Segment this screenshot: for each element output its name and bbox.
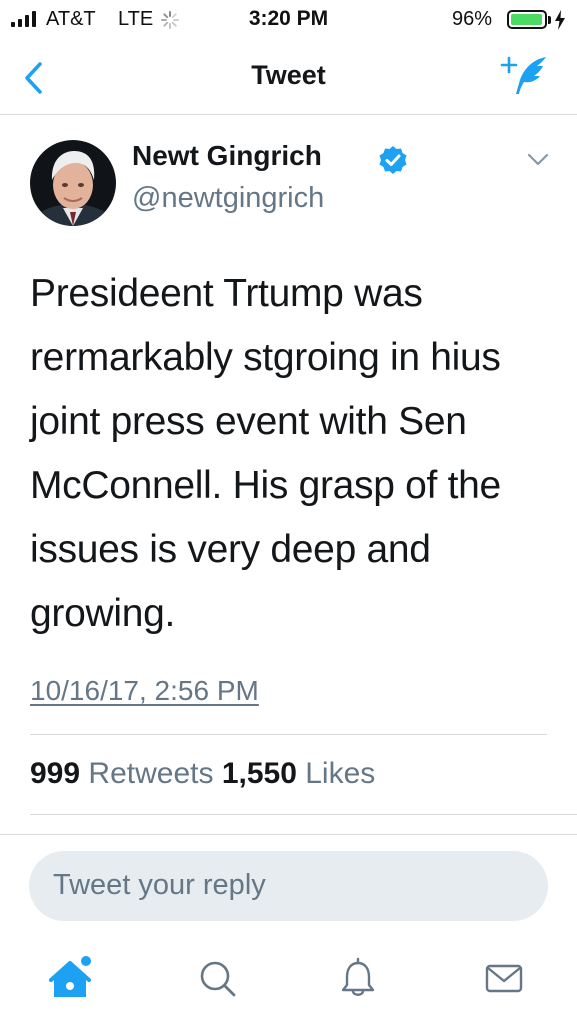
battery-icon [507, 10, 547, 29]
divider [30, 814, 577, 815]
compose-tweet-icon[interactable] [500, 54, 552, 98]
messages-envelope-icon[interactable] [482, 955, 526, 1001]
battery-tip [548, 16, 551, 24]
divider [30, 734, 547, 735]
status-bar: AT&T LTE 3:20 PM 96% [0, 0, 577, 40]
author-handle[interactable]: @newtgingrich [132, 182, 324, 215]
chevron-down-icon[interactable] [527, 153, 549, 167]
divider [0, 834, 577, 835]
navigation-bar: Tweet [0, 40, 577, 115]
search-icon[interactable] [196, 955, 240, 1001]
retweets-label: Retweets [88, 757, 214, 790]
author-name[interactable]: Newt Gingrich [132, 140, 322, 172]
notifications-bell-icon[interactable] [336, 955, 380, 1001]
home-icon[interactable] [48, 955, 92, 1001]
battery-level-fill [511, 14, 542, 25]
verified-badge-icon [379, 146, 407, 174]
page-title: Tweet [251, 60, 326, 90]
charging-bolt-icon [555, 10, 565, 30]
battery-percentage: 96% [452, 8, 493, 30]
likes-stat[interactable]: 1,550 Likes [222, 757, 375, 790]
tweet-stats: 999 Retweets 1,550 Likes [30, 757, 375, 791]
tweet-text: Presideent Trtump was rermarkably stgroi… [30, 272, 501, 635]
reply-input[interactable]: Tweet your reply [29, 851, 548, 921]
retweets-stat[interactable]: 999 Retweets [30, 757, 213, 790]
tweet-timestamp[interactable]: 10/16/17, 2:56 PM [30, 675, 259, 707]
likes-label: Likes [305, 757, 376, 790]
reply-placeholder: Tweet your reply [53, 869, 266, 901]
retweets-count: 999 [30, 757, 81, 790]
avatar[interactable] [30, 140, 116, 226]
likes-count: 1,550 [221, 757, 297, 790]
